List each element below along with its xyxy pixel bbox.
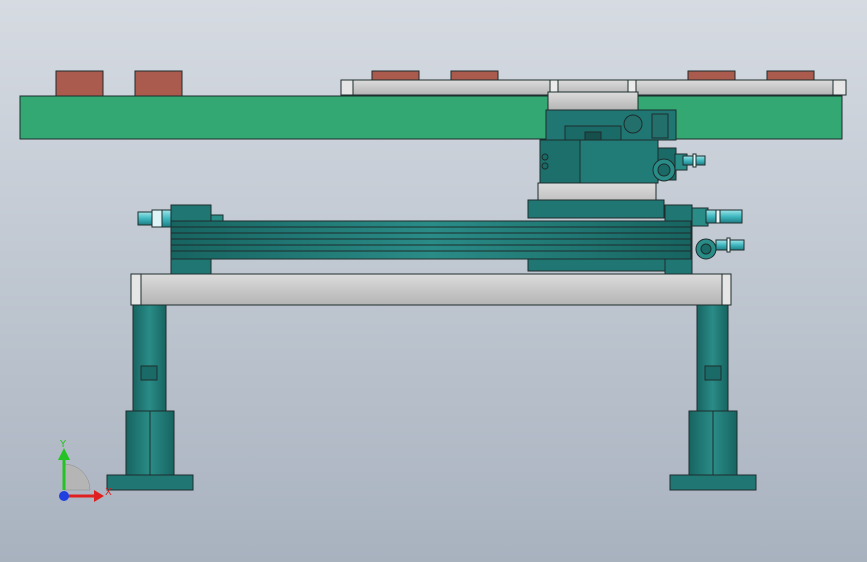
assembly-model[interactable] <box>0 0 867 562</box>
red-block <box>687 70 736 81</box>
axis-z-origin-icon <box>59 491 69 501</box>
screw-icon <box>541 153 549 161</box>
axis-x-arrow-icon <box>64 490 104 502</box>
left-end-fitting[interactable] <box>137 209 172 228</box>
screw-icon <box>541 162 549 170</box>
right-end-fitting[interactable] <box>691 207 745 260</box>
axis-x-label: X <box>105 487 112 498</box>
red-block <box>371 70 420 81</box>
red-block <box>55 70 104 97</box>
right-support-leg[interactable] <box>669 304 757 491</box>
red-block <box>766 70 815 81</box>
green-mounting-plate[interactable] <box>19 95 843 140</box>
axis-y-label: Y <box>59 439 67 450</box>
cad-3d-viewport[interactable]: Y X <box>0 0 867 562</box>
red-block <box>450 70 499 81</box>
red-block <box>134 70 183 97</box>
coordinate-triad: Y X <box>58 439 112 502</box>
bolt-head-icon <box>623 114 643 134</box>
support-beam[interactable] <box>130 273 732 306</box>
slide-carriage[interactable] <box>527 91 677 219</box>
